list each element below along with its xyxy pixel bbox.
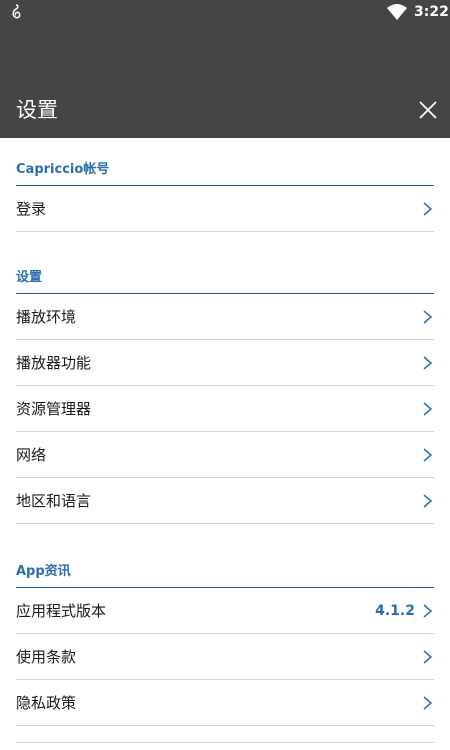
- chevron-right-icon: [423, 695, 432, 710]
- terms-of-use-label: 使用条款: [16, 648, 77, 666]
- status-bar: 3:22: [0, 0, 450, 24]
- chevron-right-icon: [423, 493, 432, 508]
- network-item[interactable]: 网络: [16, 432, 434, 478]
- playback-environment-label: 播放环境: [16, 308, 77, 326]
- network-label: 网络: [16, 446, 47, 464]
- privacy-policy-label: 隐私政策: [16, 694, 77, 712]
- player-features-item[interactable]: 播放器功能: [16, 340, 434, 386]
- login-item[interactable]: 登录: [16, 186, 434, 232]
- section-header-account: Capriccio帐号: [16, 138, 434, 186]
- chevron-right-icon: [423, 603, 432, 618]
- section-header-app-info: App资讯: [16, 544, 434, 588]
- chevron-right-icon: [423, 401, 432, 416]
- region-language-label: 地区和语言: [16, 492, 92, 510]
- chevron-right-icon: [423, 447, 432, 462]
- close-icon[interactable]: [414, 96, 442, 124]
- privacy-policy-item[interactable]: 隐私政策: [16, 680, 434, 726]
- player-features-label: 播放器功能: [16, 354, 92, 372]
- wifi-icon: [387, 4, 407, 20]
- bottom-divider: [16, 742, 434, 743]
- status-time: 3:22: [414, 4, 449, 20]
- section-header-settings: 设置: [16, 252, 434, 294]
- file-manager-item[interactable]: 资源管理器: [16, 386, 434, 432]
- app-bar: 3:22 设置: [0, 0, 450, 138]
- music-note-icon: [12, 4, 21, 19]
- chevron-right-icon: [423, 309, 432, 324]
- app-version-value: 4.1.2: [375, 602, 415, 619]
- app-version-item[interactable]: 应用程式版本 4.1.2: [16, 588, 434, 634]
- app-version-label: 应用程式版本: [16, 602, 107, 620]
- chevron-right-icon: [423, 201, 432, 216]
- terms-of-use-item[interactable]: 使用条款: [16, 634, 434, 680]
- region-language-item[interactable]: 地区和语言: [16, 478, 434, 524]
- chevron-right-icon: [423, 355, 432, 370]
- file-manager-label: 资源管理器: [16, 400, 92, 418]
- login-label: 登录: [16, 200, 47, 218]
- page-title: 设置: [16, 98, 58, 122]
- settings-list: Capriccio帐号 登录 设置 播放环境 播放器功能 资源管理器 网络 地区…: [0, 138, 450, 726]
- chevron-right-icon: [423, 649, 432, 664]
- playback-environment-item[interactable]: 播放环境: [16, 294, 434, 340]
